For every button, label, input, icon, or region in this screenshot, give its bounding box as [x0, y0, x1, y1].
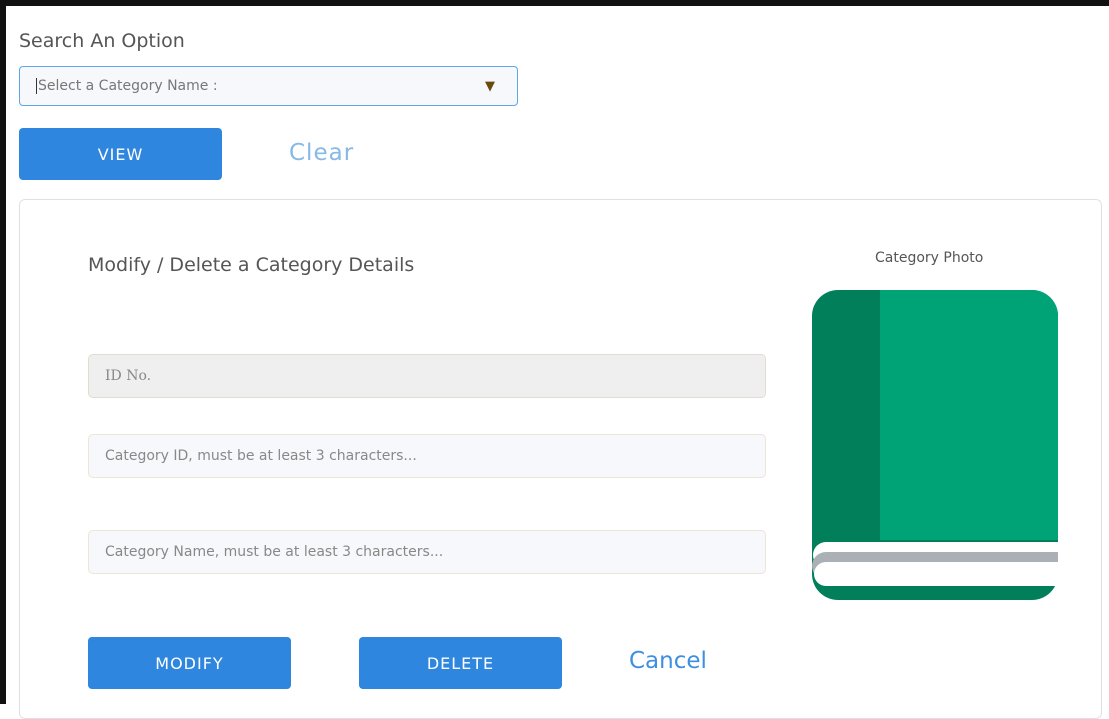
- delete-button[interactable]: DELETE: [359, 637, 562, 689]
- window-top-border: [0, 0, 1109, 6]
- panel-title: Modify / Delete a Category Details: [88, 254, 415, 276]
- category-id-field[interactable]: Category ID, must be at least 3 characte…: [88, 434, 766, 478]
- book-pages-bottom: [814, 562, 1058, 586]
- id-no-field[interactable]: ID No.: [88, 354, 766, 398]
- search-title: Search An Option: [19, 30, 185, 52]
- modify-button[interactable]: MODIFY: [88, 637, 291, 689]
- clear-link[interactable]: Clear: [289, 140, 354, 166]
- book-cover: [880, 290, 1058, 540]
- view-button[interactable]: VIEW: [19, 128, 222, 180]
- dropdown-arrow-icon[interactable]: ▼: [485, 79, 495, 94]
- category-name-field[interactable]: Category Name, must be at least 3 charac…: [88, 530, 766, 574]
- category-select[interactable]: Select a Category Name : ▼: [19, 66, 518, 106]
- category-select-placeholder: Select a Category Name :: [38, 78, 218, 94]
- window-left-border: [0, 0, 6, 704]
- cancel-link[interactable]: Cancel: [629, 648, 707, 674]
- text-cursor: [36, 78, 37, 94]
- category-photo-label: Category Photo: [875, 250, 984, 266]
- book-icon: [812, 290, 1058, 600]
